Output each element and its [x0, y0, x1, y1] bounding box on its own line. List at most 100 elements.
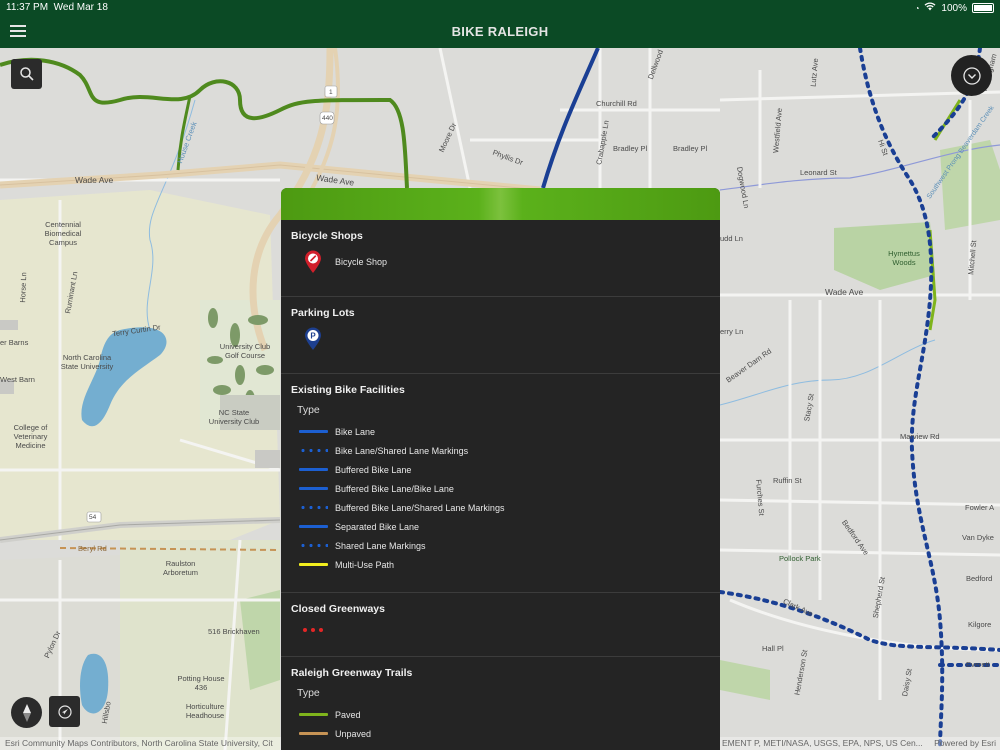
bike-facility-item: Separated Bike Lane	[291, 517, 710, 536]
solid-line-symbol	[291, 525, 335, 528]
map-label-poi: West Barn	[0, 375, 35, 384]
map-label-road: Hall Pl	[762, 644, 784, 653]
bike-facility-item: Shared Lane Markings	[291, 536, 710, 555]
legend-item-label: Shared Lane Markings	[335, 540, 426, 551]
map-label-road: Kilgore	[968, 620, 992, 629]
solid-line-symbol	[291, 563, 335, 566]
legend-header[interactable]	[281, 188, 720, 220]
map-label-poi: Centennial Biomedical Campus	[44, 220, 82, 247]
legend-item: P	[291, 327, 710, 351]
legend-item-label: Multi-Use Path	[335, 559, 395, 570]
battery-percent: 100%	[941, 2, 967, 14]
legend-item-label: Bike Lane/Shared Lane Markings	[335, 445, 469, 456]
bike-facility-item: Multi-Use Path	[291, 555, 710, 574]
legend-section-closed-greenways: Closed Greenways	[281, 593, 720, 657]
map-label-road: Wade Ave	[75, 175, 114, 185]
type-label: Type	[297, 404, 320, 416]
section-title: Existing Bike Facilities	[291, 384, 405, 396]
map-label-park: Hymettus Woods	[888, 249, 920, 267]
legend-item	[291, 623, 710, 637]
legend-item-label: Bicycle Shop	[335, 257, 388, 267]
solid-line-symbol	[291, 430, 335, 433]
map-label-road: Churchill Rd	[596, 99, 637, 108]
bike-facility-item: Buffered Bike Lane/Bike Lane	[291, 479, 710, 498]
status-right: ◔ 100%	[915, 2, 994, 14]
app-title: BIKE RALEIGH	[451, 24, 549, 39]
map-label-road: Everett	[966, 660, 990, 669]
legend-item: Bicycle Shop	[291, 250, 710, 274]
legend-panel[interactable]: Bicycle Shops Bicycle Shop Parking Lots …	[281, 188, 720, 750]
dotted-line-symbol	[291, 449, 335, 452]
solid-line-symbol	[291, 468, 335, 471]
map-label-poi: er Barns	[0, 338, 29, 347]
nav-bar: BIKE RALEIGH	[0, 16, 1000, 48]
map-label-road: Marview Rd	[900, 432, 940, 441]
status-bar: 11:37 PM Wed Mar 18 ◔ 100%	[0, 0, 1000, 16]
chevron-down-icon	[962, 66, 981, 85]
greenway-trail-item: Unpaved	[291, 724, 710, 743]
compass-icon	[22, 703, 31, 722]
map-label-poi: 516 Brickhaven	[208, 627, 260, 636]
bike-facility-item: Bike Lane	[291, 422, 710, 441]
legend-section-parking-lots: Parking Lots P	[281, 297, 720, 374]
legend-item-label: Unpaved	[335, 728, 372, 739]
attribution-left: Esri Community Maps Contributors, North …	[5, 738, 273, 748]
map-label-poi: North Carolina State University	[60, 353, 114, 371]
map-label-road: Leonard St	[800, 168, 837, 177]
attribution-powered-by[interactable]: Powered by Esri	[934, 738, 996, 748]
legend-item-label: Buffered Bike Lane/Shared Lane Markings	[335, 502, 505, 513]
map-label-road: erry Ln	[720, 327, 744, 336]
status-time: 11:37 PM Wed Mar 18	[6, 2, 108, 13]
legend-item-label: Buffered Bike Lane/Bike Lane	[335, 483, 454, 494]
wifi-icon	[924, 2, 936, 14]
locate-button[interactable]	[49, 696, 80, 727]
legend-item-label: Paved	[335, 709, 361, 720]
location-arrow-icon	[57, 704, 72, 719]
map-label-poi: College of Veterinary Medicine	[13, 423, 48, 450]
search-icon	[19, 67, 34, 81]
map-label-poi: Potting House 436	[177, 674, 225, 692]
map-label-road: Beryl Rd	[78, 544, 107, 553]
battery-icon	[972, 3, 994, 13]
route-shield-54: 54	[89, 514, 97, 521]
bike-facility-item: Bike Lane/Shared Lane Markings	[291, 441, 710, 460]
map-label-road: Horse Ln	[18, 272, 29, 303]
map-label-road: Bradley Pl	[673, 144, 708, 153]
solid-line-symbol	[291, 713, 335, 716]
bike-facility-item: Buffered Bike Lane/Shared Lane Markings	[291, 498, 710, 517]
search-button[interactable]	[11, 59, 42, 89]
map-label-road: udd Ln	[720, 234, 743, 243]
section-title: Bicycle Shops	[291, 230, 363, 242]
legend-section-greenway-trails: Raleigh Greenway Trails Type Paved Unpave…	[281, 657, 720, 750]
greenway-trail-list: Paved Unpaved	[291, 705, 710, 743]
legend-item-label: Separated Bike Lane	[335, 521, 420, 532]
section-title: Closed Greenways	[291, 603, 385, 615]
map-label-poi: Horticulture Headhouse	[185, 702, 225, 720]
legend-item-label: Buffered Bike Lane	[335, 464, 412, 475]
section-title: Raleigh Greenway Trails	[291, 667, 413, 679]
bike-facility-item: Buffered Bike Lane	[291, 460, 710, 479]
parking-pin-icon: P	[291, 327, 335, 351]
collapse-legend-button[interactable]	[951, 55, 992, 96]
map-label-poi: University Club Golf Course	[219, 342, 271, 360]
dotted-line-symbol	[291, 506, 335, 509]
bicycle-shop-pin-icon	[291, 250, 335, 274]
closed-greenway-symbol	[291, 628, 335, 632]
section-title: Parking Lots	[291, 307, 355, 319]
route-shield-440: 440	[322, 115, 333, 122]
compass-button[interactable]	[11, 697, 42, 728]
solid-line-symbol	[291, 732, 335, 735]
map-label-park: Pollock Park	[779, 554, 821, 563]
map-label-road: Bradley Pl	[613, 144, 648, 153]
greenway-trail-item: Paved	[291, 705, 710, 724]
signal-icon: ◔	[914, 3, 920, 13]
type-label: Type	[297, 687, 320, 699]
dotted-line-symbol	[291, 544, 335, 547]
route-shield-1: 1	[329, 89, 333, 96]
map-label-road: Wade Ave	[825, 287, 864, 297]
legend-item-label: Bike Lane	[335, 426, 376, 437]
map-label-road: Bedford	[966, 574, 993, 583]
attribution-middle: EMENT P, METI/NASA, USGS, EPA, NPS, US C…	[722, 738, 923, 748]
solid-line-symbol	[291, 487, 335, 490]
svg-text:P: P	[310, 332, 316, 341]
